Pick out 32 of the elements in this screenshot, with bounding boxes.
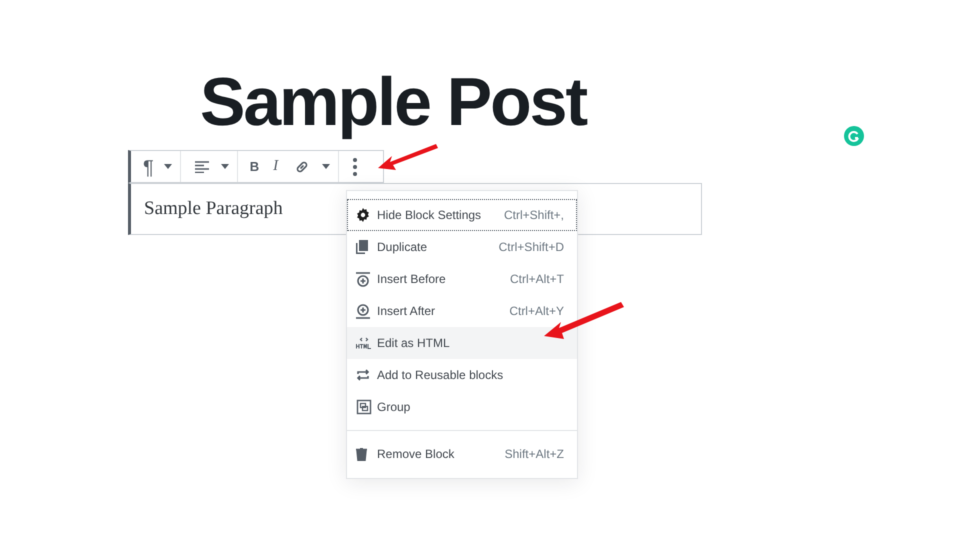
more-options-icon <box>353 158 358 176</box>
group-icon <box>356 399 372 415</box>
caret-icon <box>220 164 229 169</box>
shortcut-text: Ctrl+Alt+Y <box>509 303 565 320</box>
trash-icon <box>356 448 367 460</box>
insert-before-icon <box>356 272 370 286</box>
menu-item[interactable]: Insert Before Ctrl+Alt+T <box>347 263 577 295</box>
copy-icon <box>356 240 368 254</box>
paragraph-button[interactable]: ¶ <box>137 152 160 180</box>
caret-icon <box>322 164 330 169</box>
shortcut-text: Ctrl+Shift+, <box>504 207 565 224</box>
menu-item[interactable]: Remove Block Shift+Alt+Z <box>347 438 577 470</box>
shortcut-text: Shift+Alt+Z <box>504 446 565 463</box>
bold-button[interactable]: B <box>244 152 266 180</box>
paragraph-text: Sample Paragraph <box>144 196 283 221</box>
html-icon <box>356 337 372 349</box>
menu-item[interactable]: Edit as HTML <box>347 327 577 359</box>
shortcut-text: Ctrl+Alt+T <box>510 271 565 288</box>
gear-icon <box>356 208 370 222</box>
align-left-icon <box>194 160 209 172</box>
menu-item[interactable]: Group <box>347 391 577 423</box>
caret-icon <box>164 164 172 169</box>
italic-button[interactable]: I <box>267 152 284 180</box>
shortcut-text: Ctrl+Shift+D <box>498 239 565 256</box>
menu-item[interactable]: Add to Reusable blocks <box>347 359 577 391</box>
post-title: Sample Post <box>200 63 586 142</box>
link-icon <box>294 158 310 174</box>
insert-after-icon <box>356 304 370 318</box>
menu-item[interactable]: Hide Block Settings Ctrl+Shift+, <box>347 199 577 231</box>
menu-item[interactable]: Duplicate Ctrl+Shift+D <box>347 231 577 263</box>
reusable-icon <box>356 369 370 381</box>
menu-item[interactable]: Insert After Ctrl+Alt+Y <box>347 295 577 327</box>
